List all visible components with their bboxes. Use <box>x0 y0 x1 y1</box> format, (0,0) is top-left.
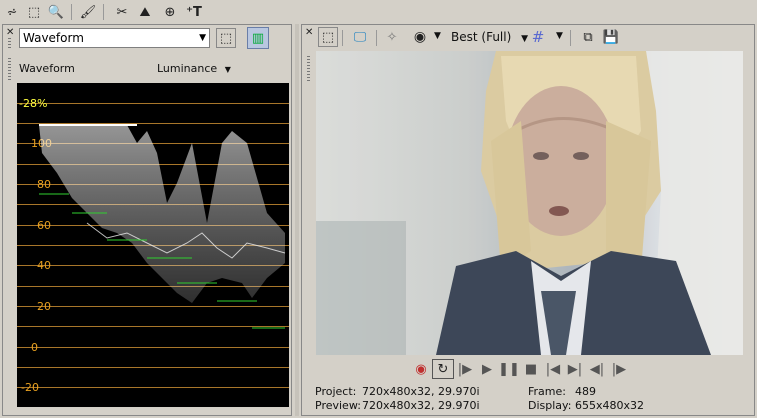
toolbar-separator <box>342 30 343 46</box>
scope-mode-dropdown[interactable]: Luminance ▼ <box>157 62 231 75</box>
toolbar-separator <box>71 4 72 20</box>
split-screen-icon[interactable]: ✧ <box>382 27 402 47</box>
frame-label: Frame: <box>528 385 566 398</box>
display-value: 655x480x32 <box>575 399 645 412</box>
record-icon[interactable]: ◉ <box>410 359 432 379</box>
split-trim-icon[interactable]: ✂ <box>112 2 132 22</box>
render-icon[interactable]: ⛰ <box>135 2 155 22</box>
scope-mode-value: Luminance <box>157 62 218 75</box>
settings-icon[interactable]: ⬚ <box>216 28 236 48</box>
waveform-trace <box>39 124 286 329</box>
stop-icon[interactable]: ■ <box>520 359 542 379</box>
preview-quality-dropdown[interactable]: Best (Full) ▼ <box>451 30 528 44</box>
play-from-start-icon[interactable]: |▶ <box>454 359 476 379</box>
chevron-down-icon: ▼ <box>521 34 529 44</box>
project-value: 720x480x32, 29.970i <box>362 385 480 398</box>
chevron-down-icon: ▼ <box>199 33 206 43</box>
project-label: Project: <box>315 385 357 398</box>
video-content <box>316 51 743 355</box>
preview-quality-value: Best (Full) <box>451 30 512 44</box>
scope-view-label: Waveform <box>19 62 75 75</box>
zoom-tool-icon[interactable]: 🔍 <box>46 2 66 22</box>
toolbar-separator <box>570 30 571 46</box>
envelope-tool-icon[interactable]: ⩫ <box>2 2 22 22</box>
scope-type-dropdown[interactable]: Waveform ▼ <box>19 28 210 48</box>
panel-splitter[interactable] <box>295 24 299 416</box>
go-to-end-icon[interactable]: ▶| <box>564 359 586 379</box>
save-snapshot-icon[interactable]: 💾 <box>601 27 621 47</box>
play-icon[interactable]: ▶ <box>476 359 498 379</box>
grid-overlay-icon[interactable]: # <box>528 27 548 47</box>
transport-bar: ◉ ↻ |▶ ▶ ❚❚ ■ |◀ ▶| ◀| |▶ <box>410 359 630 379</box>
chevron-down-icon[interactable]: ▼ <box>556 31 563 41</box>
panel-grip[interactable] <box>8 38 11 48</box>
chevron-down-icon[interactable]: ▼ <box>434 31 441 41</box>
selection-tool-icon[interactable]: ⬚ <box>24 2 44 22</box>
previous-frame-icon[interactable]: ◀| <box>586 359 608 379</box>
close-icon[interactable]: ✕ <box>305 28 313 38</box>
display-label: Display: <box>528 399 572 412</box>
external-monitor-icon[interactable]: 🖵 <box>350 27 370 47</box>
update-scopes-icon[interactable]: ▥ <box>247 27 269 49</box>
copy-snapshot-icon[interactable]: ⧉ <box>578 27 598 47</box>
overlay-icon[interactable]: ◉ <box>410 27 430 47</box>
waveform-scope: -28% 100 80 60 40 20 0 -20 <box>17 83 289 407</box>
preview-zoom-icon[interactable]: ⊕ <box>160 2 180 22</box>
panel-grip[interactable] <box>8 58 11 80</box>
scope-type-value: Waveform <box>23 31 84 45</box>
next-frame-icon[interactable]: |▶ <box>608 359 630 379</box>
paint-brush-icon[interactable]: 🖌 <box>78 2 98 22</box>
preview-settings-icon[interactable]: ⬚ <box>318 27 338 47</box>
toolbar-separator <box>103 4 104 20</box>
close-icon[interactable]: ✕ <box>6 28 14 38</box>
video-frame <box>316 51 743 355</box>
text-tool-icon[interactable]: ⁺T <box>184 2 204 22</box>
chevron-down-icon: ▼ <box>224 65 231 74</box>
toolbar-separator <box>376 30 377 46</box>
panel-grip[interactable] <box>307 56 310 82</box>
go-to-start-icon[interactable]: |◀ <box>542 359 564 379</box>
preview-value: 720x480x32, 29.970i <box>362 399 480 412</box>
frame-value: 489 <box>575 385 596 398</box>
loop-icon[interactable]: ↻ <box>432 359 454 379</box>
preview-label: Preview: <box>315 399 361 412</box>
pause-icon[interactable]: ❚❚ <box>498 359 520 379</box>
